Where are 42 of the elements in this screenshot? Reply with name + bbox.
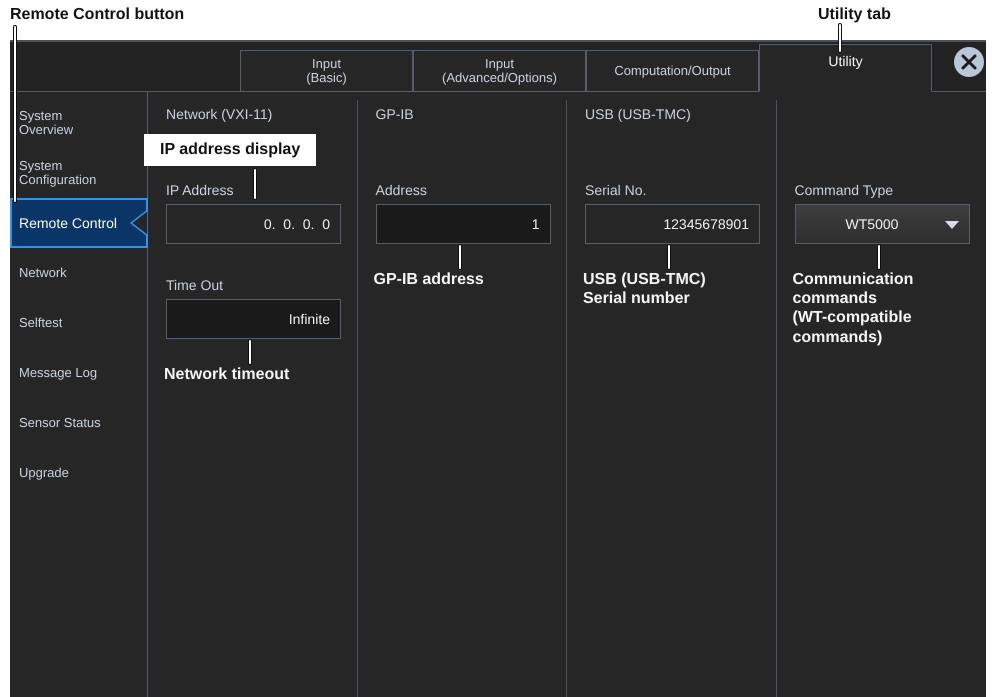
value-display: 12345678901 (585, 204, 760, 244)
field-label: Serial No. (585, 182, 646, 200)
tab[interactable]: Computation/Output (586, 50, 759, 92)
close-button[interactable] (954, 47, 984, 77)
section-heading: Network (VXI-11) (166, 106, 272, 124)
pointer-icon (130, 210, 148, 236)
leader-line (458, 244, 462, 270)
leader-line (876, 244, 880, 270)
sidebar-item[interactable]: Sensor Status (10, 398, 147, 448)
leader-line (838, 23, 842, 53)
sidebar-item[interactable]: Upgrade (10, 448, 147, 498)
leader-line (667, 244, 671, 270)
field-label: Time Out (166, 277, 224, 295)
callout-label: Network timeout (164, 365, 290, 384)
sidebar-item[interactable]: Remote Control (10, 198, 148, 248)
callout-label: USB (USB-TMC) Serial number (583, 270, 706, 308)
sidebar-item[interactable]: Network (10, 248, 147, 298)
tab[interactable]: Utility (759, 44, 932, 92)
callout-label: IP address display (144, 134, 316, 166)
caret-icon (944, 221, 958, 229)
tab[interactable]: Input (Basic) (240, 50, 413, 92)
input-field[interactable]: Infinite (166, 299, 341, 339)
callout-label: Utility tab (818, 6, 891, 24)
value-display: 0. 0. 0. 0 (166, 204, 341, 244)
sidebar-item[interactable]: Message Log (10, 348, 147, 398)
section-heading: GP-IB (376, 106, 414, 124)
tab[interactable]: Input (Advanced/Options) (413, 50, 586, 92)
field-label: IP Address (166, 182, 234, 200)
input-field[interactable]: 1 (376, 204, 550, 244)
sidebar-item[interactable]: Selftest (10, 298, 147, 348)
dropdown[interactable]: WT5000 (794, 204, 970, 244)
callout-label: Communication commands (WT-compatible commands) (792, 270, 914, 347)
leader-line (253, 168, 257, 200)
sidebar-item[interactable]: System Overview (10, 98, 147, 148)
callout-label: Remote Control button (10, 6, 184, 24)
section-heading: USB (USB-TMC) (585, 106, 691, 124)
field-label: Address (376, 182, 427, 200)
sidebar-item[interactable]: System Configuration (10, 148, 147, 198)
callout-label: GP-IB address (374, 270, 484, 290)
field-label: Command Type (794, 182, 894, 200)
close-icon (960, 53, 978, 71)
leader-line (248, 339, 252, 365)
